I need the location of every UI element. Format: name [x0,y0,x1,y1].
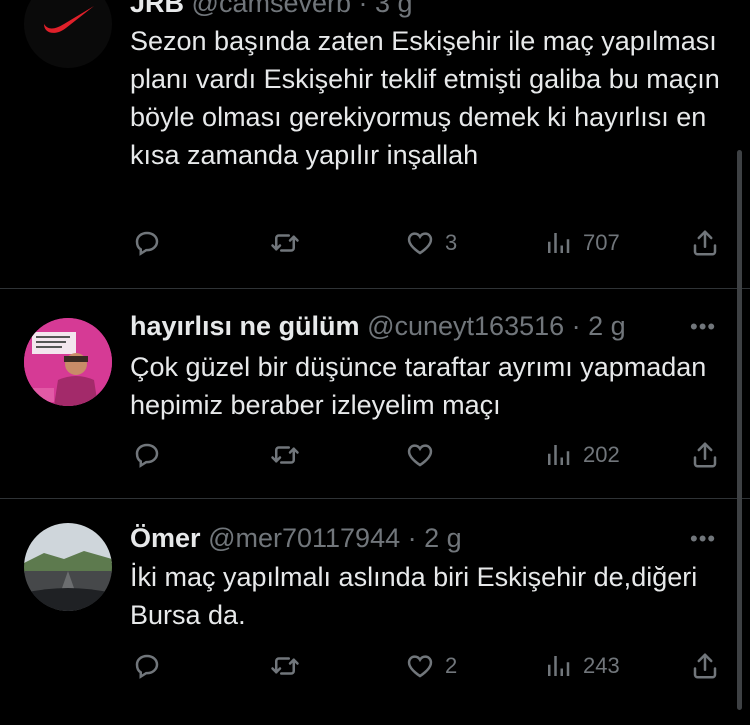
author-name[interactable]: JRB [130,0,184,18]
action-bar: 3 707 [130,223,730,263]
heart-icon [405,440,435,470]
share-icon [690,228,720,258]
views-button[interactable]: 202 [543,435,620,475]
author-name[interactable]: hayırlısı ne gülüm [130,311,360,341]
retweet-icon [270,228,300,258]
author-handle[interactable]: @camseverb [192,0,351,18]
reply-icon [132,651,162,681]
reply-icon [132,440,162,470]
swoosh-logo-icon [44,6,94,33]
share-button[interactable] [690,646,720,686]
reply-icon [132,228,162,258]
share-button[interactable] [690,435,720,475]
timestamp[interactable]: · 2 g [572,311,626,341]
tweet-header: hayırlısı ne gülüm @cuneyt163516 · 2 g [130,311,626,342]
like-count: 2 [445,653,458,678]
avatar[interactable] [24,523,112,611]
author-name[interactable]: Ömer [130,523,201,553]
like-button[interactable]: 2 [405,646,457,686]
share-icon [690,651,720,681]
avatar-image [24,318,112,406]
reply-button[interactable] [132,646,162,686]
timestamp[interactable]: · 2 g [408,523,462,553]
reply-button[interactable] [132,435,162,475]
views-button[interactable]: 707 [543,223,620,263]
retweet-button[interactable] [270,646,300,686]
share-icon [690,440,720,470]
action-bar: 2 243 [130,646,730,686]
timestamp[interactable]: · 3 g [359,0,413,18]
tweet[interactable]: JRB @camseverb · 3 g Sezon başında zaten… [0,0,750,288]
tweet-text: Sezon başında zaten Eskişehir ile maç ya… [130,26,720,170]
retweet-button[interactable] [270,435,300,475]
action-bar: 202 [130,435,730,475]
avatar[interactable] [24,0,112,68]
view-count: 707 [583,230,620,255]
retweet-icon [270,440,300,470]
heart-icon [405,651,435,681]
like-count: 3 [445,230,458,255]
tweet-text: Çok güzel bir düşünce taraftar ayrımı ya… [130,352,707,420]
scrollbar[interactable] [737,150,742,710]
share-button[interactable] [690,223,720,263]
author-handle[interactable]: @mer70117944 [208,523,400,553]
like-button[interactable] [405,435,445,475]
tweet[interactable]: Ömer @mer70117944 · 2 g ••• İki maç yapı… [0,499,750,725]
views-button[interactable]: 243 [543,646,620,686]
more-options-button[interactable]: ••• [690,526,716,552]
view-count: 202 [583,442,620,467]
tweet[interactable]: hayırlısı ne gülüm @cuneyt163516 · 2 g •… [0,289,750,498]
views-icon [543,440,573,470]
more-options-button[interactable]: ••• [690,314,716,340]
view-count: 243 [583,653,620,678]
avatar-image [24,523,112,611]
reply-button[interactable] [132,223,162,263]
like-button[interactable]: 3 [405,223,457,263]
views-icon [543,651,573,681]
views-icon [543,228,573,258]
heart-icon [405,228,435,258]
tweet-header: Ömer @mer70117944 · 2 g [130,523,462,554]
tweet-text: İki maç yapılmalı aslında biri Eskişehir… [130,562,698,630]
retweet-icon [270,651,300,681]
retweet-button[interactable] [270,223,300,263]
avatar[interactable] [24,318,112,406]
author-handle[interactable]: @cuneyt163516 [367,311,564,341]
tweet-header: JRB @camseverb · 3 g [130,0,413,19]
